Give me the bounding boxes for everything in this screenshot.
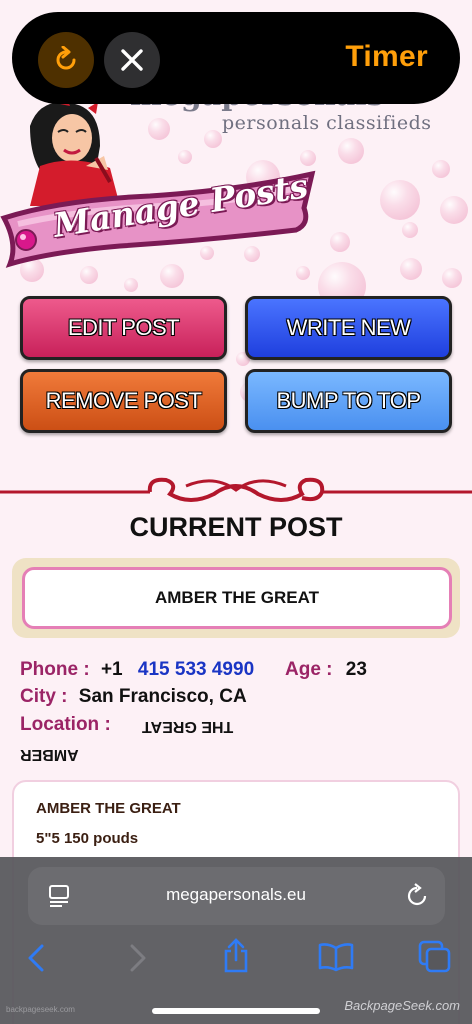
phone-prefix: +1 xyxy=(100,659,123,680)
remove-post-button[interactable]: REMOVE POST xyxy=(20,369,227,433)
phone-label: Phone : xyxy=(20,659,90,680)
description-line: 5"5 150 pouds xyxy=(36,830,139,847)
phone-number-link[interactable]: 415 533 4990 xyxy=(138,659,254,680)
watermark: BackpageSeek.com xyxy=(344,998,460,1013)
age-row: Age : 23 xyxy=(285,659,367,681)
write-new-button[interactable]: WRITE NEW xyxy=(245,296,452,360)
location-row-2: AMBER xyxy=(20,742,79,764)
back-icon[interactable] xyxy=(26,944,46,972)
share-icon[interactable] xyxy=(222,938,250,974)
url-text[interactable]: megapersonals.eu xyxy=(0,885,472,905)
location-row: Location : THE GREAT xyxy=(20,714,233,736)
reload-icon[interactable] xyxy=(405,883,429,909)
location-value-line1: THE GREAT xyxy=(142,718,234,735)
post-title: AMBER THE GREAT xyxy=(22,567,452,629)
forward-icon xyxy=(130,944,146,972)
location-value-line2: AMBER xyxy=(20,746,79,763)
close-button[interactable] xyxy=(104,32,160,88)
timer-pill: Timer xyxy=(12,12,460,104)
edit-post-button[interactable]: EDIT POST xyxy=(20,296,227,360)
bump-to-top-button[interactable]: BUMP TO TOP xyxy=(245,369,452,433)
city-label: City : xyxy=(20,686,68,707)
location-label: Location : xyxy=(20,714,111,735)
bookmarks-icon[interactable] xyxy=(318,942,354,972)
close-icon xyxy=(121,49,143,71)
section-title: CURRENT POST xyxy=(129,512,343,542)
home-indicator xyxy=(152,1008,320,1014)
tabs-icon[interactable] xyxy=(418,940,452,974)
description-title: AMBER THE GREAT xyxy=(36,800,181,817)
brand-tagline: personals classifieds xyxy=(222,112,432,134)
watermark-left: backpageseek.com xyxy=(6,1005,75,1014)
refresh-icon xyxy=(56,46,76,70)
phone-row: Phone : +1 415 533 4990 xyxy=(20,659,254,681)
refresh-button[interactable] xyxy=(38,32,94,88)
ornamental-divider xyxy=(0,477,472,502)
age-value: 23 xyxy=(345,659,367,680)
age-label: Age : xyxy=(285,659,333,680)
timer-label: Timer xyxy=(345,40,428,73)
city-row: City : San Francisco, CA xyxy=(20,686,247,708)
city-value: San Francisco, CA xyxy=(78,686,247,707)
